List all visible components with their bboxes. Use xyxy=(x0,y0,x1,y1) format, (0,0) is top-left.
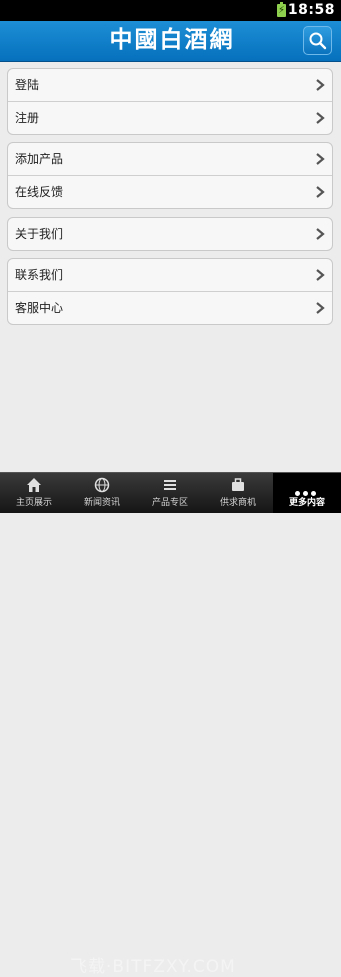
trade-icon xyxy=(232,478,244,491)
app-logo: 中國白酒網 xyxy=(109,26,235,53)
menu-item-label: 联系我们 xyxy=(15,268,64,282)
app-header: 中國白酒網 xyxy=(0,21,341,62)
news-icon xyxy=(94,477,110,493)
home-icon xyxy=(27,478,41,492)
menu-item-label: 添加产品 xyxy=(15,152,64,166)
tab-products[interactable]: 产品专区 xyxy=(136,473,204,513)
tab-label: 供求商机 xyxy=(219,498,256,508)
menu-item-register[interactable]: 注册 xyxy=(8,102,332,134)
menu-group-account: 登陆 注册 xyxy=(7,68,333,135)
tab-news[interactable]: 新闻资讯 xyxy=(68,473,136,513)
watermark: 飞载·BITFZXY.COM xyxy=(70,957,236,977)
menu-group-contact: 联系我们 客服中心 xyxy=(7,258,333,325)
battery-icon: ⚡ xyxy=(277,2,286,17)
menu-item-customer-service[interactable]: 客服中心 xyxy=(8,292,332,324)
status-bar: ⚡ 18:58 xyxy=(0,0,341,21)
status-time: 18:58 xyxy=(287,2,335,18)
chevron-right-icon xyxy=(316,269,325,281)
products-icon xyxy=(164,480,176,490)
menu-item-label: 客服中心 xyxy=(15,301,64,315)
chevron-right-icon xyxy=(316,302,325,314)
menu-item-feedback[interactable]: 在线反馈 xyxy=(8,176,332,208)
tab-label: 更多内容 xyxy=(288,498,325,508)
tab-label: 新闻资讯 xyxy=(83,498,120,508)
chevron-right-icon xyxy=(316,228,325,240)
bottom-tab-bar: 主页展示 新闻资讯 产品专区 供求商机 更多内容 飞载·BITFZXY.COM xyxy=(0,472,341,977)
chevron-right-icon xyxy=(316,112,325,124)
tab-trade[interactable]: 供求商机 xyxy=(204,473,272,513)
tab-label: 产品专区 xyxy=(151,498,188,508)
chevron-right-icon xyxy=(316,79,325,91)
menu-group-product: 添加产品 在线反馈 xyxy=(7,142,333,209)
search-icon xyxy=(309,32,327,50)
tab-home[interactable]: 主页展示 xyxy=(0,473,68,513)
battery-charging-glyph: ⚡ xyxy=(278,5,286,16)
menu-item-about-us[interactable]: 关于我们 xyxy=(8,218,332,250)
chevron-right-icon xyxy=(316,153,325,165)
menu-item-login[interactable]: 登陆 xyxy=(8,69,332,102)
tab-more[interactable]: 更多内容 xyxy=(273,473,341,513)
menu-item-label: 登陆 xyxy=(15,78,40,92)
menu-item-contact-us[interactable]: 联系我们 xyxy=(8,259,332,292)
chevron-right-icon xyxy=(316,186,325,198)
search-button[interactable] xyxy=(303,26,332,55)
menu-item-add-product[interactable]: 添加产品 xyxy=(8,143,332,176)
menu-item-label: 注册 xyxy=(15,111,40,125)
menu-item-label: 关于我们 xyxy=(15,227,64,241)
menu-item-label: 在线反馈 xyxy=(15,185,64,199)
tab-label: 主页展示 xyxy=(15,498,52,508)
menu-group-about: 关于我们 xyxy=(7,217,333,251)
